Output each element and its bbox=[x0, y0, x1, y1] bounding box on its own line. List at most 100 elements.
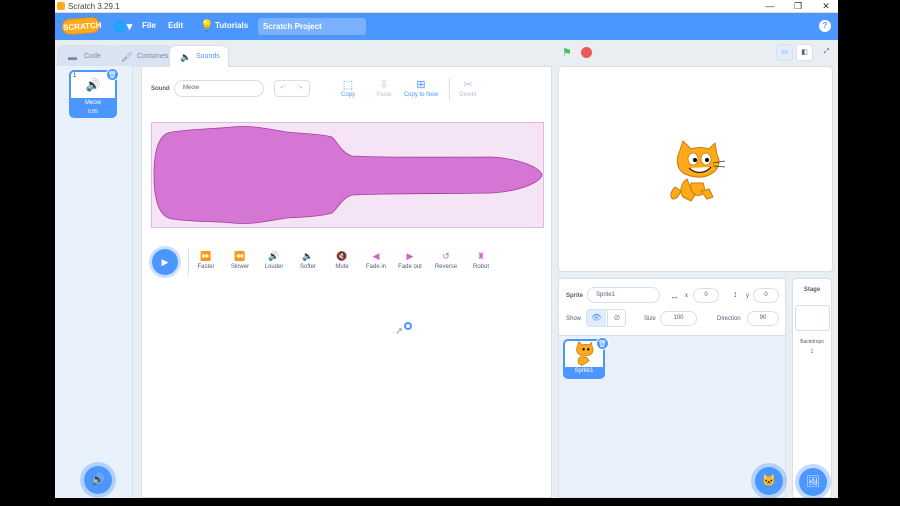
fade-in-icon: ◀ bbox=[372, 251, 380, 261]
cat-sprite-icon[interactable] bbox=[665, 139, 727, 205]
waveform bbox=[153, 126, 543, 224]
effect-softer[interactable]: 🔈 Softer bbox=[290, 251, 326, 270]
sprite-info-panel: Sprite Sprite1 ↔ x 0 ↕ y 0 Show 👁 ⊘ Size… bbox=[558, 278, 786, 336]
paste-label: Paste bbox=[376, 92, 392, 98]
sound-item-name: Meow bbox=[84, 100, 101, 106]
add-sprite-button[interactable]: 🐱 bbox=[755, 467, 783, 495]
sound-item-duration: 0.85 bbox=[88, 109, 98, 115]
code-icon: ▬ bbox=[68, 52, 77, 62]
menu-file[interactable]: File bbox=[142, 21, 156, 30]
paste-icon: ⇩ bbox=[379, 79, 389, 91]
large-stage-button[interactable]: ◧ bbox=[796, 44, 813, 61]
effect-softer-label: Softer bbox=[299, 264, 316, 270]
scratch-logo[interactable]: SCRATCH bbox=[61, 16, 102, 36]
stop-icon[interactable] bbox=[581, 47, 592, 58]
speaker-icon: 🔈 bbox=[180, 52, 192, 62]
menu-edit[interactable]: Edit bbox=[168, 21, 183, 30]
stage-thumbnail[interactable] bbox=[795, 305, 830, 331]
play-sound-button[interactable]: ▶ bbox=[152, 249, 178, 275]
stage-pane[interactable]: Stage Backdrops 1 🖼 bbox=[792, 278, 832, 498]
effect-louder[interactable]: 🔊 Louder bbox=[256, 251, 292, 270]
y-label: y bbox=[746, 293, 749, 299]
effect-slower-label: Slower bbox=[230, 264, 250, 270]
delete-label: Delete bbox=[459, 92, 477, 98]
undo-icon[interactable]: ↶ bbox=[280, 81, 286, 96]
louder-icon: 🔊 bbox=[268, 251, 280, 261]
copy-label: Copy bbox=[340, 92, 355, 98]
close-button[interactable]: ✕ bbox=[816, 1, 836, 12]
effect-mute[interactable]: 🔇 Mute bbox=[324, 251, 360, 270]
mute-icon: 🔇 bbox=[336, 251, 348, 261]
direction-label: Direction bbox=[717, 316, 741, 322]
sound-number: 1 bbox=[73, 73, 77, 79]
tab-code-label: Code bbox=[84, 53, 101, 60]
direction-input[interactable]: 90 bbox=[747, 311, 779, 326]
delete-sound-button[interactable]: 🗑 bbox=[106, 68, 119, 81]
minimize-button[interactable]: — bbox=[760, 1, 780, 11]
paste-button[interactable]: ⇩ Paste bbox=[364, 78, 404, 98]
robot-icon: ♜ bbox=[476, 251, 486, 261]
size-input[interactable]: 100 bbox=[660, 311, 697, 326]
show-label: Show bbox=[566, 316, 582, 322]
effect-fade-out-label: Fade out bbox=[398, 264, 422, 270]
fullscreen-icon[interactable]: ⤢ bbox=[818, 44, 835, 61]
scratch-window: Scratch 3.29.1 — ❐ ✕ SCRATCH 🌐▾ File Edi… bbox=[55, 0, 838, 498]
effect-slower[interactable]: ⏪ Slower bbox=[222, 251, 258, 270]
green-flag-icon[interactable]: ⚑ bbox=[562, 46, 575, 59]
copy-button[interactable]: ⬚ Copy bbox=[328, 78, 368, 98]
sprite-list: Sprite1 🗑 🐱 bbox=[558, 335, 786, 498]
effect-faster[interactable]: ⏩ Faster bbox=[188, 251, 224, 270]
tab-costumes[interactable]: 🖌 Costumes bbox=[110, 45, 172, 67]
effect-mute-label: Mute bbox=[335, 264, 349, 270]
visibility-toggle: 👁 ⊘ bbox=[586, 309, 626, 327]
x-input[interactable]: 0 bbox=[693, 288, 719, 303]
delete-sprite-button[interactable]: 🗑 bbox=[596, 337, 609, 350]
effect-reverse-label: Reverse bbox=[434, 264, 458, 270]
fade-out-icon: ▶ bbox=[406, 251, 414, 261]
globe-icon[interactable]: 🌐▾ bbox=[113, 20, 132, 33]
tab-costumes-label: Costumes bbox=[137, 53, 169, 60]
stage-header: ⚑ ▭ ◧ ⤢ bbox=[558, 40, 838, 65]
copy-icon: ⬚ bbox=[342, 79, 354, 91]
copy-to-new-label: Copy to New bbox=[403, 92, 439, 98]
sprite-name-input[interactable]: Sprite1 bbox=[587, 287, 660, 303]
y-input[interactable]: 0 bbox=[753, 288, 779, 303]
stage-title: Stage bbox=[803, 287, 821, 293]
stage-canvas[interactable] bbox=[558, 66, 833, 272]
waveform-area[interactable] bbox=[151, 122, 544, 228]
copy-to-new-button[interactable]: ⊞ Copy to New bbox=[401, 78, 441, 98]
help-icon[interactable]: ? bbox=[819, 20, 831, 32]
faster-icon: ⏩ bbox=[200, 251, 212, 261]
scissors-icon: ✂ bbox=[463, 79, 473, 91]
tab-code[interactable]: ▬ Code bbox=[57, 45, 115, 67]
effect-louder-label: Louder bbox=[264, 264, 284, 270]
slower-icon: ⏪ bbox=[234, 251, 246, 261]
effect-fade-out[interactable]: ▶ Fade out bbox=[392, 251, 428, 270]
menu-bar: SCRATCH 🌐▾ File Edit 💡 Tutorials Scratch… bbox=[55, 13, 838, 40]
add-backdrop-button[interactable]: 🖼 bbox=[799, 468, 827, 496]
x-label: x bbox=[685, 293, 688, 299]
lightbulb-icon[interactable]: 💡 bbox=[200, 19, 214, 32]
sound-editor: Sound Meow ↶ ↷ ⬚ Copy ⇩ Paste ⊞ Copy to … bbox=[141, 66, 552, 498]
sound-list: 🔊 1 Meow 0.85 🗑 🔊 bbox=[55, 66, 133, 498]
small-stage-button[interactable]: ▭ bbox=[776, 44, 793, 61]
reverse-icon: ↺ bbox=[442, 251, 450, 261]
eye-icon[interactable]: 👁 bbox=[587, 310, 606, 326]
size-label: Size bbox=[644, 316, 656, 322]
menu-tutorials[interactable]: Tutorials bbox=[215, 21, 248, 30]
project-title-input[interactable]: Scratch Project bbox=[258, 18, 366, 35]
eye-hidden-icon[interactable]: ⊘ bbox=[607, 310, 625, 326]
effect-reverse[interactable]: ↺ Reverse bbox=[428, 251, 464, 270]
add-sound-button[interactable]: 🔊 bbox=[84, 466, 112, 494]
copy-to-new-icon: ⊞ bbox=[416, 79, 426, 91]
delete-button[interactable]: ✂ Delete bbox=[448, 78, 488, 98]
window-title: Scratch 3.29.1 bbox=[68, 2, 120, 11]
effect-fade-in[interactable]: ◀ Fade in bbox=[358, 251, 394, 270]
y-arrows-icon: ↕ bbox=[733, 289, 738, 299]
effect-robot[interactable]: ♜ Robot bbox=[463, 251, 499, 270]
sound-name-input[interactable]: Meow bbox=[174, 80, 264, 97]
maximize-button[interactable]: ❐ bbox=[788, 1, 808, 12]
tab-sounds[interactable]: 🔈 Sounds bbox=[169, 45, 229, 67]
effect-fade-in-label: Fade in bbox=[365, 264, 386, 270]
redo-icon[interactable]: ↷ bbox=[297, 81, 303, 96]
